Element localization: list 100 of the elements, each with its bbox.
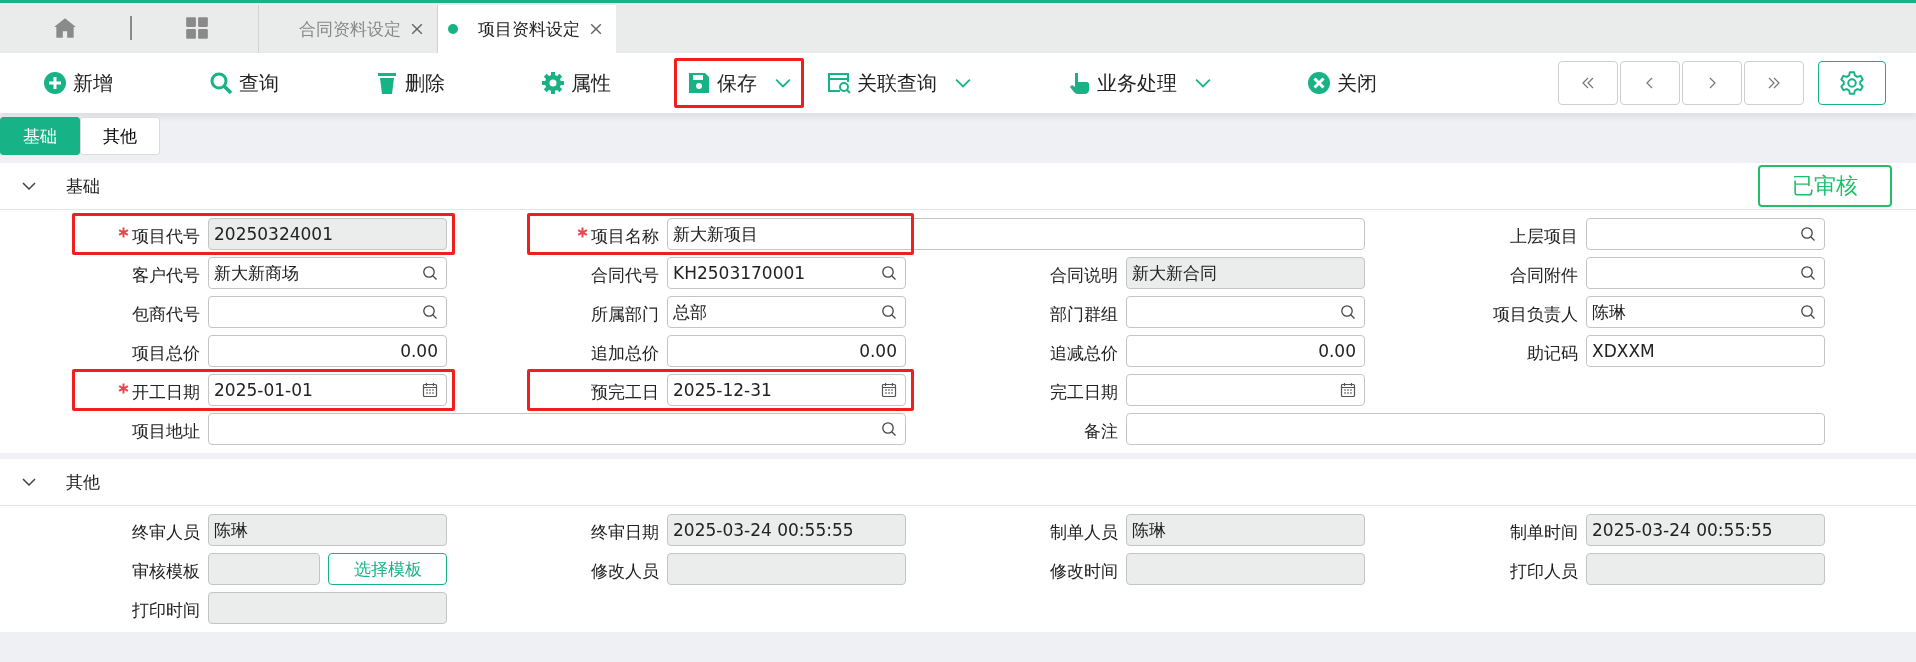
input-field[interactable]: 0.00 — [1126, 335, 1365, 367]
required-icon — [118, 383, 129, 394]
field-label: 合同附件 — [1510, 264, 1578, 287]
field-label: 项目地址 — [132, 420, 200, 443]
field-label: 终审人员 — [132, 521, 200, 544]
field-label: 合同代号 — [591, 264, 659, 287]
caret-icon — [1195, 78, 1211, 88]
input-field[interactable]: KH2503170001 — [667, 257, 906, 289]
calendar-icon[interactable] — [1340, 382, 1356, 398]
field-label: 追减总价 — [1050, 342, 1118, 365]
input-field[interactable]: XDXXM — [1586, 335, 1825, 367]
first-record-button[interactable] — [1558, 61, 1618, 105]
calendar-icon[interactable] — [422, 382, 438, 398]
required-icon — [118, 227, 129, 238]
input-field[interactable] — [208, 592, 447, 624]
active-dot-icon — [448, 24, 458, 34]
trash-icon — [375, 71, 399, 95]
search-icon[interactable] — [881, 265, 897, 281]
page-tab[interactable]: 项目资料设定 — [437, 5, 616, 53]
input-field[interactable]: 2025-12-31 — [667, 374, 906, 406]
input-field[interactable] — [208, 553, 320, 585]
toolbar-button[interactable]: 属性 — [528, 58, 624, 108]
input-field[interactable]: 陈琳 — [1126, 514, 1365, 546]
field-label: 备注 — [1084, 420, 1118, 443]
input-field[interactable]: 0.00 — [667, 335, 906, 367]
input-field[interactable]: 总部 — [667, 296, 906, 328]
status-badge: 已审核 — [1758, 165, 1892, 207]
close-icon — [1307, 71, 1331, 95]
window-search-icon — [827, 71, 851, 95]
search-icon[interactable] — [1800, 265, 1816, 281]
input-field[interactable]: 2025-01-01 — [208, 374, 447, 406]
toolbar-button[interactable]: 删除 — [362, 58, 458, 108]
field-label: 制单时间 — [1510, 521, 1578, 544]
input-field[interactable]: 2025-03-24 00:55:55 — [1586, 514, 1825, 546]
field-label: 打印人员 — [1510, 560, 1578, 583]
input-field[interactable] — [667, 553, 906, 585]
input-field[interactable] — [1126, 553, 1365, 585]
input-field[interactable] — [1586, 218, 1825, 250]
grid-icon[interactable] — [184, 15, 210, 41]
plus-icon — [43, 71, 67, 95]
toolbar-button[interactable]: 查询 — [196, 58, 292, 108]
close-icon[interactable] — [411, 23, 423, 35]
field-label: 项目总价 — [132, 342, 200, 365]
field-label: 包商代号 — [132, 303, 200, 326]
form-tab[interactable]: 其他 — [80, 117, 160, 155]
search-icon — [209, 71, 233, 95]
toolbar-button[interactable]: 关闭 — [1294, 58, 1390, 108]
field-label: 项目负责人 — [1493, 303, 1578, 326]
next-record-button[interactable] — [1682, 61, 1742, 105]
input-field[interactable] — [1126, 413, 1825, 445]
input-field[interactable]: 新大新商场 — [208, 257, 447, 289]
input-field[interactable] — [208, 413, 906, 445]
field-label: 终审日期 — [591, 521, 659, 544]
last-record-button[interactable] — [1744, 61, 1804, 105]
toolbar-button[interactable]: 保存 — [674, 58, 804, 108]
field-label: 助记码 — [1527, 342, 1578, 365]
field-label: 项目名称 — [591, 225, 659, 248]
double-chevron-right-icon — [1766, 75, 1782, 91]
search-icon[interactable] — [1800, 304, 1816, 320]
hand-pointer-icon — [1067, 71, 1091, 95]
input-field[interactable]: 0.00 — [208, 335, 447, 367]
caret-icon — [955, 78, 971, 88]
input-field[interactable] — [1586, 257, 1825, 289]
double-chevron-left-icon — [1580, 75, 1596, 91]
toolbar-button[interactable]: 新增 — [30, 58, 126, 108]
input-field[interactable] — [1126, 374, 1365, 406]
toolbar-button[interactable]: 关联查询 — [814, 58, 984, 108]
field-label: 制单人员 — [1050, 521, 1118, 544]
toolbar-button[interactable]: 业务处理 — [1054, 58, 1224, 108]
chevron-icon[interactable] — [22, 478, 36, 486]
search-icon[interactable] — [881, 304, 897, 320]
input-field[interactable]: 新大新合同 — [1126, 257, 1365, 289]
field-label: 打印时间 — [132, 599, 200, 622]
field-label: 合同说明 — [1050, 264, 1118, 287]
field-label: 上层项目 — [1510, 225, 1578, 248]
input-field[interactable] — [1126, 296, 1365, 328]
input-field[interactable] — [208, 296, 447, 328]
close-icon[interactable] — [590, 23, 602, 35]
search-icon[interactable] — [1340, 304, 1356, 320]
search-icon[interactable] — [1800, 226, 1816, 242]
previous-record-button[interactable] — [1620, 61, 1680, 105]
calendar-icon[interactable] — [881, 382, 897, 398]
search-icon[interactable] — [881, 421, 897, 437]
chevron-icon[interactable] — [22, 182, 36, 190]
input-field[interactable] — [1586, 553, 1825, 585]
field-label: 部门群组 — [1050, 303, 1118, 326]
required-icon — [577, 227, 588, 238]
input-field[interactable]: 陈琳 — [208, 514, 447, 546]
input-field[interactable]: 20250324001 — [208, 218, 447, 250]
search-icon[interactable] — [422, 304, 438, 320]
input-field[interactable]: 陈琳 — [1586, 296, 1825, 328]
settings-icon — [1839, 70, 1865, 96]
field-label: 修改时间 — [1050, 560, 1118, 583]
settings-button[interactable] — [1818, 61, 1886, 105]
field-label: 客户代号 — [132, 264, 200, 287]
search-icon[interactable] — [422, 265, 438, 281]
field-label: 修改人员 — [591, 560, 659, 583]
input-field[interactable]: 2025-03-24 00:55:55 — [667, 514, 906, 546]
section-title: 其他 — [66, 470, 100, 494]
input-field[interactable]: 新大新项目 — [667, 218, 1365, 250]
